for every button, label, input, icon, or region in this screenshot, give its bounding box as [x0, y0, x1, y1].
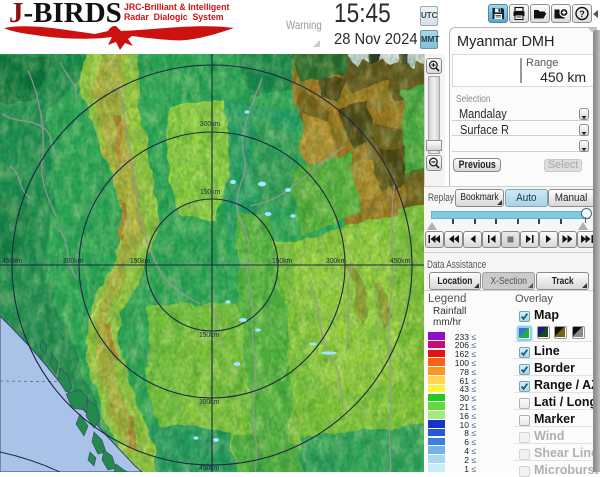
svg-text:450km: 450km: [199, 465, 219, 472]
svg-text:450km: 450km: [2, 258, 22, 265]
svg-text:150km: 150km: [130, 258, 150, 265]
svg-text:300km: 300km: [63, 258, 83, 265]
svg-text:450km: 450km: [390, 258, 410, 265]
svg-text:150km: 150km: [200, 189, 220, 196]
svg-text:300km: 300km: [199, 399, 219, 406]
svg-text:150km: 150km: [272, 258, 292, 265]
svg-text:300km: 300km: [326, 258, 346, 265]
svg-text:300km: 300km: [200, 121, 220, 128]
svg-text:150km: 150km: [199, 332, 219, 339]
svg-text:?: ?: [579, 9, 585, 19]
